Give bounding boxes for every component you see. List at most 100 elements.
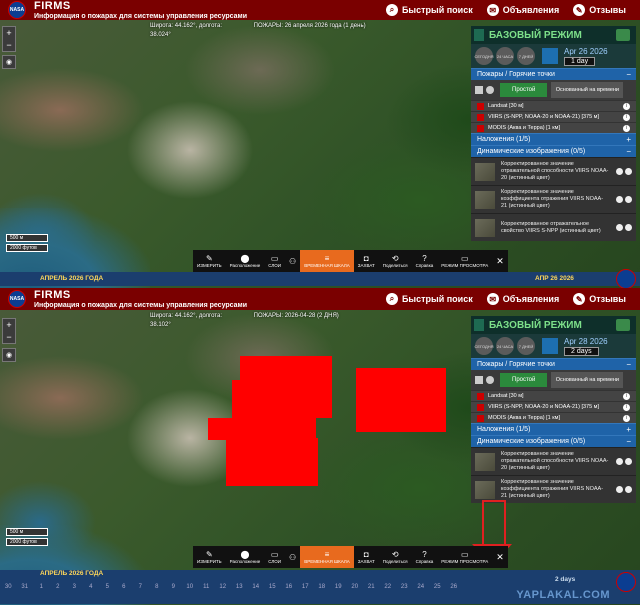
timeline-tick[interactable]: 17 [297,584,314,596]
zoom-in-button[interactable]: + [3,27,15,39]
expand-icon[interactable]: + [626,135,631,144]
fire-pixel-block[interactable] [232,380,272,418]
info-icon[interactable]: i [623,113,630,121]
timeline-tick[interactable]: 10 [182,584,199,596]
dyn-item[interactable]: Корректированное значение отражательной … [471,447,636,475]
capture-button[interactable]: ◘ ЗАХВАТ [354,250,379,272]
announcements-button[interactable]: ✉ Объявления [486,4,559,16]
contrast-icon[interactable] [486,376,494,384]
timeline-tick[interactable]: 8 [149,584,166,596]
timeline-tick[interactable]: 23 [396,584,413,596]
quick-search-button[interactable]: ⌕ Быстрый поиск [385,4,473,16]
info-icon[interactable] [625,168,632,175]
toggle-icon[interactable] [616,486,623,493]
info-icon[interactable] [625,458,632,465]
toggle-icon[interactable] [616,458,623,465]
expand-icon[interactable]: + [626,425,631,434]
timeline-tick[interactable]: 18 [314,584,331,596]
zoom-in-button[interactable]: + [3,319,15,331]
info-icon[interactable] [625,224,632,231]
calendar-icon[interactable] [542,48,558,64]
timeline-tick[interactable]: 16 [281,584,298,596]
24h-button[interactable]: 24 ЧАСА [496,337,514,355]
close-icon[interactable]: ✕ [492,546,508,568]
fires-section-header[interactable]: Пожары / Горячие точки − [471,68,636,80]
time-mode-button[interactable]: Основанный на времени [551,372,624,388]
time-mode-button[interactable]: Основанный на времени [551,82,624,98]
locate-icon[interactable]: ◉ [2,55,16,69]
timeline-tick[interactable]: 6 [116,584,133,596]
quick-search-button[interactable]: ⌕ Быстрый поиск [385,293,473,305]
timeline-tick[interactable]: 20 [347,584,364,596]
timeline-bar[interactable]: АПРЕЛЬ 2026 ГОДА 30 31 1 2 3 4 5 6 7 8 9 10 11 12 13 14… [0,570,640,604]
dyn-item[interactable]: Корректированное значение отражательной … [471,157,636,185]
7days-button[interactable]: 7 ДНЕЙ [517,337,535,355]
simple-mode-button[interactable]: Простой [500,373,548,387]
layers-button[interactable]: ▭ СЛОИ [264,546,285,568]
collapse-icon[interactable]: − [626,437,631,446]
contrast-icon[interactable] [486,86,494,94]
help-button[interactable]: ? Справка [412,546,438,568]
dyn-item[interactable]: Корректированное отражательное свойство … [471,213,636,241]
range-select[interactable]: 2 days [564,346,599,356]
today-button[interactable]: СЕГОДНЯ [475,47,494,65]
layer-viirs[interactable]: VIIRS (S-NPP, NOAA-20 и NOAA-21) [375 м]… [471,111,636,122]
measure-button[interactable]: ✎ ИЗМЕРИТЬ [193,250,226,272]
timeline-tick[interactable]: 5 [99,584,116,596]
layer-landsat[interactable]: Landsat [30 м] i [471,100,636,111]
timeline-tick[interactable]: 26 [446,584,463,596]
simple-mode-button[interactable]: Простой [500,83,548,97]
zoom-out-button[interactable]: − [3,331,15,343]
timeline-tick[interactable]: 7 [132,584,149,596]
overlays-section-header[interactable]: Наложения (1/5) + [471,133,636,145]
layer-landsat[interactable]: Landsat [30 м] i [471,390,636,401]
collapse-icon[interactable]: − [626,360,631,369]
timeline-tick[interactable]: 24 [413,584,430,596]
locate-icon[interactable]: ◉ [2,348,16,362]
fire-pixel-block[interactable] [226,438,318,486]
timeline-tick[interactable]: 15 [264,584,281,596]
timeline-tick[interactable]: 2 [50,584,67,596]
timeline-bar[interactable]: АПРЕЛЬ 2026 ГОДА АПР 26 2026 [0,269,640,288]
timeline-tick[interactable]: 19 [330,584,347,596]
timeline-button[interactable]: ≡ ВРЕМЕННАЯ ШКАЛА [300,546,354,568]
help-button[interactable]: ? Справка [412,250,438,272]
view-modes-button[interactable]: ▭ РЕЖИМ ПРОСМОТРА [437,546,492,568]
dynamic-section-header[interactable]: Динамические изображения (0/5) − [471,435,636,447]
share-button[interactable]: ⟲ Поделиться [379,250,412,272]
timeline-tick[interactable]: 14 [248,584,265,596]
timeline-tick[interactable]: 31 [17,584,34,596]
fire-pixel-block[interactable] [356,368,446,432]
timeline-tick[interactable]: 3 [66,584,83,596]
view-modes-button[interactable]: ▭ РЕЖИМ ПРОСМОТРА [437,250,492,272]
fires-section-header[interactable]: Пожары / Горячие точки − [471,358,636,370]
graduation-cap-icon[interactable] [616,29,630,41]
info-icon[interactable]: i [623,414,630,422]
7days-button[interactable]: 7 ДНЕЙ [517,47,535,65]
toggle-icon[interactable] [616,196,623,203]
collapse-icon[interactable]: − [626,147,631,156]
timeline-tick[interactable]: 1 [33,584,50,596]
fire-pixel-block[interactable] [208,418,316,440]
capture-button[interactable]: ◘ ЗАХВАТ [354,546,379,568]
timeline-tick[interactable]: 30 [0,584,17,596]
info-icon[interactable]: i [623,403,630,411]
timeline-tick[interactable]: 21 [363,584,380,596]
timeline-tick[interactable]: 13 [231,584,248,596]
close-icon[interactable]: ✕ [492,250,508,272]
calendar-icon[interactable] [542,338,558,354]
share-button[interactable]: ⟲ Поделиться [379,546,412,568]
announcements-button[interactable]: ✉ Объявления [486,293,559,305]
range-select[interactable]: 1 day [564,56,596,66]
today-button[interactable]: СЕГОДНЯ [475,337,494,355]
checkbox-icon[interactable] [475,376,483,384]
location-button[interactable]: ⬤ Расположение [226,250,265,272]
timeline-tick[interactable]: 9 [165,584,182,596]
share-map-button[interactable]: ⚇ [285,546,300,568]
timeline-tick[interactable]: 11 [198,584,215,596]
24h-button[interactable]: 24 ЧАСА [496,47,514,65]
info-icon[interactable]: i [623,124,630,132]
layers-button[interactable]: ▭ СЛОИ [264,250,285,272]
dyn-item[interactable]: Корректированное значение коэффициента о… [471,475,636,503]
graduation-cap-icon[interactable] [616,319,630,331]
